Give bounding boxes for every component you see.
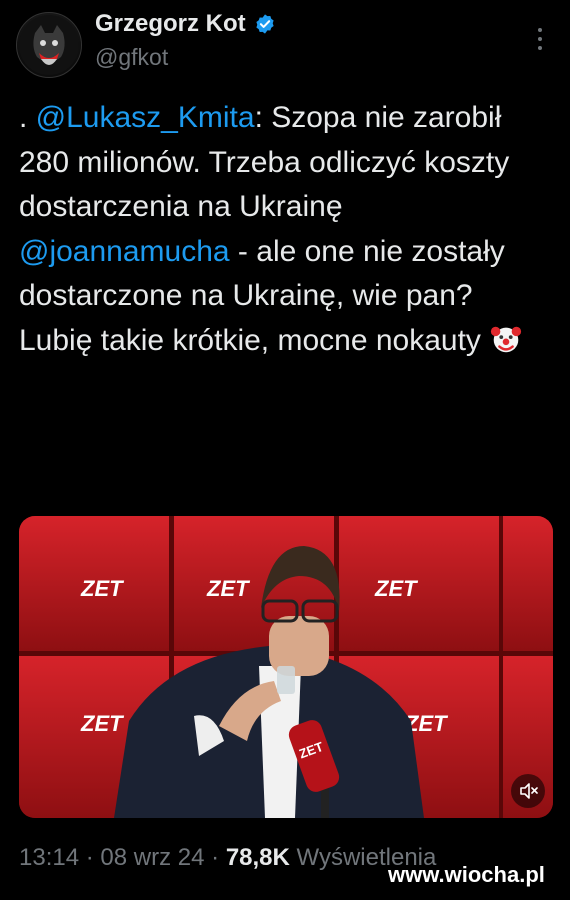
speaker-muted-icon[interactable]	[511, 774, 545, 808]
meta-separator-2: ·	[211, 844, 220, 871]
tweet-header: Grzegorz Kot @gfkot	[0, 0, 570, 90]
author-name-text[interactable]: Grzegorz Kot	[95, 10, 246, 38]
site-watermark: www.wiocha.pl	[388, 862, 545, 887]
text-segment-3: Lubię takie krótkie, mocne nokauty	[19, 323, 481, 357]
zet-logo-2: ZET	[206, 576, 250, 601]
zet-logo-1: ZET	[80, 576, 124, 601]
zet-logo-4: ZET	[80, 711, 124, 736]
tweet-meta: 13:14 · 08 wrz 24 · 78,8K Wyświetlenia	[19, 844, 436, 872]
tweet-time[interactable]: 13:14	[19, 844, 79, 871]
mention-lukasz-kmita[interactable]: @Lukasz_Kmita	[36, 101, 255, 134]
author-avatar[interactable]	[16, 12, 82, 78]
tweet-text: . @Lukasz_Kmita: Szopa nie zarobił 280 m…	[19, 96, 549, 363]
zet-logo-3: ZET	[374, 576, 418, 601]
tweet-video[interactable]: ZET ZET ZET ZET ZET ZET	[19, 516, 553, 818]
more-options-icon[interactable]	[530, 24, 550, 54]
meta-separator-1: ·	[85, 844, 94, 871]
tweet-date[interactable]: 08 wrz 24	[100, 844, 204, 871]
verified-badge-icon	[256, 14, 274, 34]
mention-joannamucha[interactable]: @joannamucha	[19, 235, 230, 268]
video-frame: ZET ZET ZET ZET ZET ZET	[19, 516, 553, 818]
author-name[interactable]: Grzegorz Kot	[95, 10, 276, 38]
clown-face-icon	[491, 326, 522, 352]
text-prefix: .	[19, 101, 36, 134]
views-count: 78,8K	[225, 844, 290, 871]
author-handle[interactable]: @gfkot	[95, 44, 168, 71]
